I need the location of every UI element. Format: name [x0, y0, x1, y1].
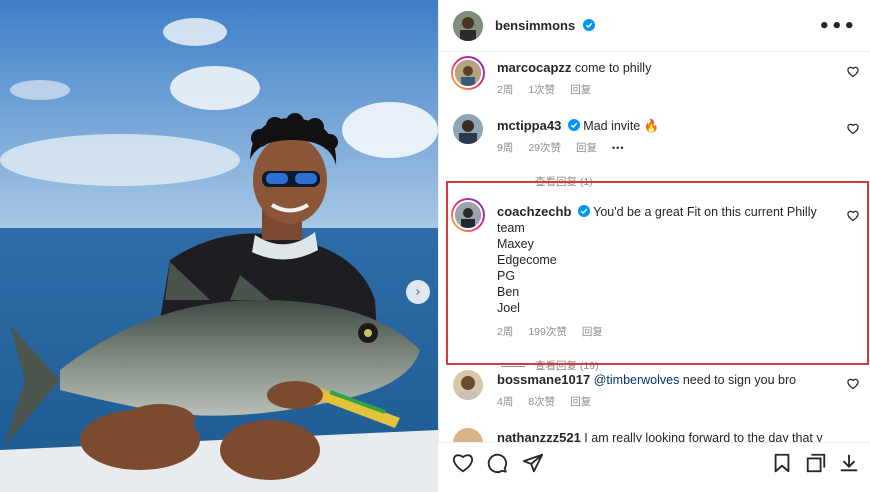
comment-meta: 2周 199次赞 回复	[497, 324, 837, 340]
heart-icon[interactable]	[847, 210, 859, 222]
author-username[interactable]: bensimmons	[495, 17, 595, 35]
comment-text-line: Ben	[497, 285, 520, 299]
comment-likes[interactable]: 29次赞	[528, 140, 561, 156]
view-replies-button[interactable]: 查看回复 (1)	[501, 174, 837, 190]
post-header: bensimmons •••	[439, 0, 870, 52]
commenter-avatar-image	[453, 370, 483, 400]
commenter-avatar[interactable]	[451, 198, 485, 232]
commenter-avatar-image	[455, 202, 481, 228]
comment-text-line: Edgecome	[497, 253, 557, 267]
next-photo-button[interactable]: ›	[406, 280, 430, 304]
comment-age: 4周	[497, 396, 514, 408]
commenter-avatar[interactable]	[453, 428, 483, 442]
comment-text-row: nathanzzz521 I am really looking forward…	[497, 430, 837, 442]
author-username-text: bensimmons	[495, 17, 576, 33]
download-icon[interactable]	[838, 452, 860, 474]
reply-button[interactable]: 回复	[570, 82, 591, 98]
author-avatar-image	[453, 10, 483, 41]
heart-icon[interactable]	[847, 123, 859, 135]
commenter-avatar[interactable]	[451, 56, 485, 90]
post-photo-illustration	[0, 0, 438, 492]
comment-meta: 4周 8次赞 回复	[497, 394, 837, 410]
post-options-button[interactable]: •••	[818, 16, 856, 37]
collection-icon[interactable]	[805, 452, 827, 474]
view-replies-label: 查看回复 (1)	[535, 176, 593, 188]
comment-age: 9周	[497, 142, 514, 154]
commenter-avatar-image	[455, 60, 481, 86]
comment-text-line: PG	[497, 269, 516, 283]
comment-text-row: mctippa43 Mad invite 🔥	[497, 118, 837, 134]
comment-options-button[interactable]: •••	[612, 140, 624, 156]
verified-badge-icon	[567, 119, 580, 131]
reply-button[interactable]: 回复	[576, 140, 597, 156]
comment-item: mctippa43 Mad invite 🔥 9周 29次赞 回复 ••• 查看…	[451, 114, 865, 188]
comment-text: come to philly	[574, 61, 652, 75]
heart-icon[interactable]	[847, 378, 859, 390]
comment-username[interactable]: marcocapzz	[497, 60, 571, 75]
comment-username[interactable]: coachzechb	[497, 204, 571, 219]
comment-text: Mad invite 🔥	[583, 119, 660, 133]
comment-body: coachzechb You'd be a great Fit on this …	[497, 204, 837, 374]
author-avatar[interactable]	[453, 10, 483, 41]
comment-mention-link[interactable]: @timberwolves	[594, 373, 680, 387]
comment-likes[interactable]: 199次赞	[528, 324, 567, 340]
heart-icon[interactable]	[452, 452, 474, 474]
comment-item-partial: nathanzzz521 I am really looking forward…	[451, 428, 865, 442]
commenter-avatar[interactable]	[453, 114, 483, 144]
comment-likes[interactable]: 1次赞	[528, 82, 555, 98]
verified-badge-icon	[577, 205, 590, 217]
comment-body: mctippa43 Mad invite 🔥 9周 29次赞 回复 ••• 查看…	[497, 118, 837, 190]
comment-body: bossmane1017 @timberwolves need to sign …	[497, 372, 837, 410]
post-photo: ›	[0, 0, 438, 492]
view-replies-dash	[501, 365, 525, 367]
comment-icon[interactable]	[486, 452, 508, 474]
view-replies-dash	[501, 181, 525, 183]
comment-item: bossmane1017 @timberwolves need to sign …	[451, 370, 865, 420]
comment-age: 2周	[497, 84, 514, 96]
comment-item-highlighted: coachzechb You'd be a great Fit on this …	[451, 198, 865, 372]
bookmark-icon[interactable]	[771, 452, 793, 474]
commenter-avatar[interactable]	[453, 370, 483, 400]
comment-body: marcocapzz come to philly 2周 1次赞 回复	[497, 60, 837, 98]
comments-panel: bensimmons ••• marcocapzz come to philly…	[438, 0, 870, 492]
share-icon[interactable]	[522, 452, 544, 474]
reply-button[interactable]: 回复	[570, 394, 591, 410]
verified-badge-icon	[582, 18, 595, 31]
comment-text-line: Maxey	[497, 237, 534, 251]
comment-text-line: Joel	[497, 301, 520, 315]
comment-text: need to sign you bro	[682, 373, 797, 387]
post-action-bar	[438, 442, 870, 492]
reply-button[interactable]: 回复	[582, 324, 603, 340]
comment-body: nathanzzz521 I am really looking forward…	[497, 430, 837, 442]
comment-username[interactable]: bossmane1017	[497, 372, 590, 387]
commenter-avatar-image	[453, 114, 483, 144]
commenter-avatar-image	[453, 428, 483, 442]
comment-age: 2周	[497, 326, 514, 338]
comment-text-row: bossmane1017 @timberwolves need to sign …	[497, 372, 837, 388]
chevron-right-icon: ›	[415, 284, 421, 300]
comment-text-block: coachzechb You'd be a great Fit on this …	[497, 204, 837, 316]
comment-meta: 9周 29次赞 回复 •••	[497, 140, 837, 156]
heart-icon[interactable]	[847, 66, 859, 78]
comment-text-row: marcocapzz come to philly	[497, 60, 837, 76]
comment-item: marcocapzz come to philly 2周 1次赞 回复	[451, 56, 865, 106]
comment-meta: 2周 1次赞 回复	[497, 82, 837, 98]
comment-text: I am really looking forward to the day t…	[584, 431, 823, 442]
comment-username[interactable]: mctippa43	[497, 118, 561, 133]
comment-likes[interactable]: 8次赞	[528, 394, 555, 410]
comment-username[interactable]: nathanzzz521	[497, 430, 581, 442]
